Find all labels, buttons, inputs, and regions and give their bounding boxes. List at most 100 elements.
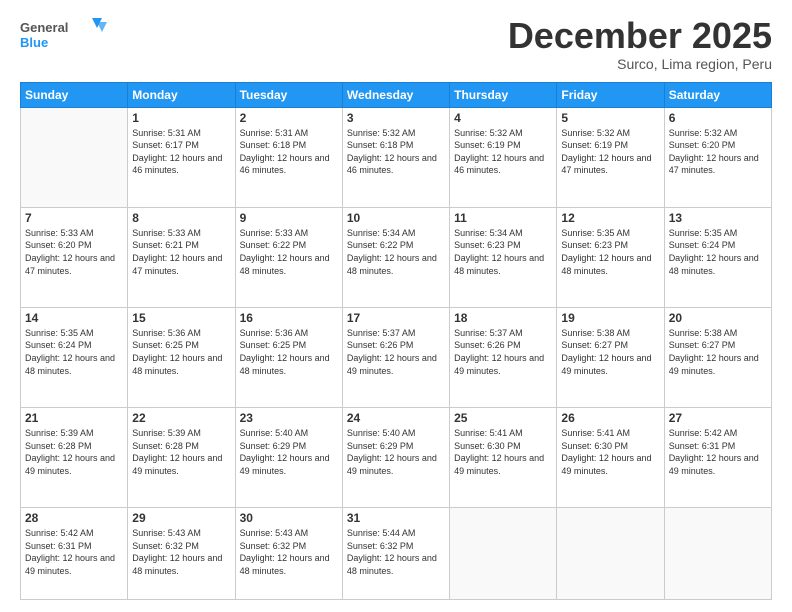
calendar-cell: 27 Sunrise: 5:42 AMSunset: 6:31 PMDayligh… xyxy=(664,407,771,507)
day-info: Sunrise: 5:38 AMSunset: 6:27 PMDaylight:… xyxy=(669,327,767,377)
weekday-thursday: Thursday xyxy=(450,82,557,107)
day-number: 18 xyxy=(454,311,552,325)
day-number: 13 xyxy=(669,211,767,225)
week-row-4: 21 Sunrise: 5:39 AMSunset: 6:28 PMDayligh… xyxy=(21,407,772,507)
calendar-cell: 28 Sunrise: 5:42 AMSunset: 6:31 PMDayligh… xyxy=(21,508,128,600)
week-row-1: 1 Sunrise: 5:31 AMSunset: 6:17 PMDaylight… xyxy=(21,107,772,207)
header: General Blue December 2025 Surco, Lima r… xyxy=(20,16,772,72)
day-number: 2 xyxy=(240,111,338,125)
day-info: Sunrise: 5:43 AMSunset: 6:32 PMDaylight:… xyxy=(240,527,338,577)
calendar-cell: 13Sunrise: 5:35 AMSunset: 6:24 PMDayligh… xyxy=(664,207,771,307)
day-number: 15 xyxy=(132,311,230,325)
day-info: Sunrise: 5:39 AMSunset: 6:28 PMDaylight:… xyxy=(25,427,123,477)
day-number: 8 xyxy=(132,211,230,225)
day-number: 24 xyxy=(347,411,445,425)
weekday-saturday: Saturday xyxy=(664,82,771,107)
day-info: Sunrise: 5:44 AMSunset: 6:32 PMDaylight:… xyxy=(347,527,445,577)
day-info: Sunrise: 5:35 AMSunset: 6:23 PMDaylight:… xyxy=(561,227,659,277)
day-number: 20 xyxy=(669,311,767,325)
calendar-cell: 3 Sunrise: 5:32 AMSunset: 6:18 PMDaylight… xyxy=(342,107,449,207)
day-number: 12 xyxy=(561,211,659,225)
day-info: Sunrise: 5:39 AMSunset: 6:28 PMDaylight:… xyxy=(132,427,230,477)
day-info: Sunrise: 5:32 AMSunset: 6:19 PMDaylight:… xyxy=(454,127,552,177)
day-number: 9 xyxy=(240,211,338,225)
day-info: Sunrise: 5:41 AMSunset: 6:30 PMDaylight:… xyxy=(561,427,659,477)
day-number: 31 xyxy=(347,511,445,525)
day-number: 5 xyxy=(561,111,659,125)
day-number: 4 xyxy=(454,111,552,125)
logo: General Blue xyxy=(20,16,110,54)
calendar-cell: 2 Sunrise: 5:31 AMSunset: 6:18 PMDaylight… xyxy=(235,107,342,207)
calendar-cell: 26Sunrise: 5:41 AMSunset: 6:30 PMDayligh… xyxy=(557,407,664,507)
calendar-body: 1 Sunrise: 5:31 AMSunset: 6:17 PMDaylight… xyxy=(21,107,772,599)
svg-text:Blue: Blue xyxy=(20,35,48,50)
calendar-cell: 11Sunrise: 5:34 AMSunset: 6:23 PMDayligh… xyxy=(450,207,557,307)
day-number: 27 xyxy=(669,411,767,425)
calendar-cell: 12 Sunrise: 5:35 AMSunset: 6:23 PMDayligh… xyxy=(557,207,664,307)
day-info: Sunrise: 5:36 AMSunset: 6:25 PMDaylight:… xyxy=(132,327,230,377)
calendar-cell: 14Sunrise: 5:35 AMSunset: 6:24 PMDayligh… xyxy=(21,307,128,407)
calendar-cell: 9 Sunrise: 5:33 AMSunset: 6:22 PMDaylight… xyxy=(235,207,342,307)
day-number: 10 xyxy=(347,211,445,225)
day-info: Sunrise: 5:32 AMSunset: 6:20 PMDaylight:… xyxy=(669,127,767,177)
day-info: Sunrise: 5:33 AMSunset: 6:22 PMDaylight:… xyxy=(240,227,338,277)
day-info: Sunrise: 5:34 AMSunset: 6:22 PMDaylight:… xyxy=(347,227,445,277)
day-info: Sunrise: 5:31 AMSunset: 6:17 PMDaylight:… xyxy=(132,127,230,177)
logo-svg: General Blue xyxy=(20,16,110,54)
day-info: Sunrise: 5:41 AMSunset: 6:30 PMDaylight:… xyxy=(454,427,552,477)
calendar-cell: 20 Sunrise: 5:38 AMSunset: 6:27 PMDayligh… xyxy=(664,307,771,407)
day-info: Sunrise: 5:33 AMSunset: 6:20 PMDaylight:… xyxy=(25,227,123,277)
calendar-cell: 1 Sunrise: 5:31 AMSunset: 6:17 PMDaylight… xyxy=(128,107,235,207)
calendar-cell: 4 Sunrise: 5:32 AMSunset: 6:19 PMDaylight… xyxy=(450,107,557,207)
weekday-wednesday: Wednesday xyxy=(342,82,449,107)
day-number: 3 xyxy=(347,111,445,125)
day-number: 16 xyxy=(240,311,338,325)
day-number: 23 xyxy=(240,411,338,425)
title-block: December 2025 Surco, Lima region, Peru xyxy=(508,16,772,72)
day-number: 30 xyxy=(240,511,338,525)
calendar-cell: 10 Sunrise: 5:34 AMSunset: 6:22 PMDayligh… xyxy=(342,207,449,307)
day-info: Sunrise: 5:37 AMSunset: 6:26 PMDaylight:… xyxy=(347,327,445,377)
day-number: 6 xyxy=(669,111,767,125)
calendar-cell: 30 Sunrise: 5:43 AMSunset: 6:32 PMDayligh… xyxy=(235,508,342,600)
day-number: 21 xyxy=(25,411,123,425)
day-info: Sunrise: 5:33 AMSunset: 6:21 PMDaylight:… xyxy=(132,227,230,277)
day-number: 19 xyxy=(561,311,659,325)
calendar-cell: 8 Sunrise: 5:33 AMSunset: 6:21 PMDaylight… xyxy=(128,207,235,307)
calendar-cell: 15 Sunrise: 5:36 AMSunset: 6:25 PMDayligh… xyxy=(128,307,235,407)
day-number: 14 xyxy=(25,311,123,325)
location: Surco, Lima region, Peru xyxy=(508,56,772,72)
calendar-cell: 6 Sunrise: 5:32 AMSunset: 6:20 PMDaylight… xyxy=(664,107,771,207)
calendar-cell: 16Sunrise: 5:36 AMSunset: 6:25 PMDayligh… xyxy=(235,307,342,407)
svg-text:General: General xyxy=(20,20,68,35)
calendar-cell: 23Sunrise: 5:40 AMSunset: 6:29 PMDayligh… xyxy=(235,407,342,507)
weekday-sunday: Sunday xyxy=(21,82,128,107)
calendar-cell: 5Sunrise: 5:32 AMSunset: 6:19 PMDaylight… xyxy=(557,107,664,207)
calendar-cell: 29Sunrise: 5:43 AMSunset: 6:32 PMDayligh… xyxy=(128,508,235,600)
day-number: 29 xyxy=(132,511,230,525)
weekday-friday: Friday xyxy=(557,82,664,107)
day-info: Sunrise: 5:42 AMSunset: 6:31 PMDaylight:… xyxy=(669,427,767,477)
day-info: Sunrise: 5:34 AMSunset: 6:23 PMDaylight:… xyxy=(454,227,552,277)
day-info: Sunrise: 5:32 AMSunset: 6:18 PMDaylight:… xyxy=(347,127,445,177)
day-info: Sunrise: 5:42 AMSunset: 6:31 PMDaylight:… xyxy=(25,527,123,577)
week-row-3: 14Sunrise: 5:35 AMSunset: 6:24 PMDayligh… xyxy=(21,307,772,407)
calendar-cell xyxy=(664,508,771,600)
day-number: 28 xyxy=(25,511,123,525)
calendar-cell: 17Sunrise: 5:37 AMSunset: 6:26 PMDayligh… xyxy=(342,307,449,407)
calendar-cell: 21 Sunrise: 5:39 AMSunset: 6:28 PMDayligh… xyxy=(21,407,128,507)
day-info: Sunrise: 5:38 AMSunset: 6:27 PMDaylight:… xyxy=(561,327,659,377)
calendar-cell: 25Sunrise: 5:41 AMSunset: 6:30 PMDayligh… xyxy=(450,407,557,507)
weekday-tuesday: Tuesday xyxy=(235,82,342,107)
calendar-cell: 31 Sunrise: 5:44 AMSunset: 6:32 PMDayligh… xyxy=(342,508,449,600)
month-title: December 2025 xyxy=(508,16,772,56)
week-row-2: 7Sunrise: 5:33 AMSunset: 6:20 PMDaylight… xyxy=(21,207,772,307)
day-number: 22 xyxy=(132,411,230,425)
week-row-5: 28 Sunrise: 5:42 AMSunset: 6:31 PMDayligh… xyxy=(21,508,772,600)
calendar-cell xyxy=(21,107,128,207)
weekday-header-row: SundayMondayTuesdayWednesdayThursdayFrid… xyxy=(21,82,772,107)
day-info: Sunrise: 5:31 AMSunset: 6:18 PMDaylight:… xyxy=(240,127,338,177)
calendar-table: SundayMondayTuesdayWednesdayThursdayFrid… xyxy=(20,82,772,600)
day-number: 1 xyxy=(132,111,230,125)
calendar-cell: 19 Sunrise: 5:38 AMSunset: 6:27 PMDayligh… xyxy=(557,307,664,407)
